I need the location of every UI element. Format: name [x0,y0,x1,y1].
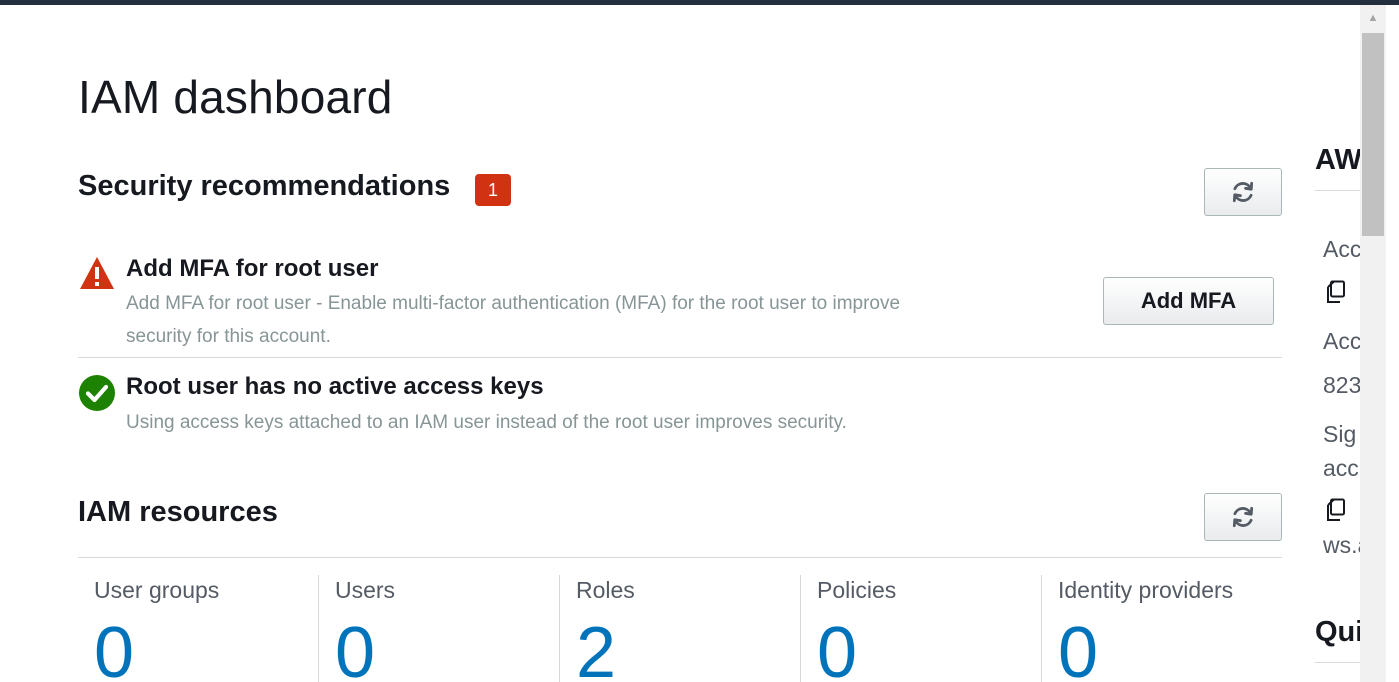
divider [78,557,1282,558]
resource-label: Policies [817,577,897,603]
iam-resources-title: IAM resources [78,496,278,528]
copy-icon[interactable] [1323,279,1349,305]
divider [1315,662,1360,663]
refresh-recommendations-button[interactable] [1204,168,1282,216]
warning-icon [80,257,114,289]
resource-label: User groups [94,577,220,603]
signin-url-label: acc [1323,455,1359,481]
resource-label: Users [335,577,396,603]
resource-policies[interactable]: Policies 0 [801,575,1041,682]
quick-links-title: Qui [1315,616,1360,648]
refresh-icon [1232,506,1254,528]
signin-url[interactable]: ws.a [1323,532,1360,559]
check-circle-icon [79,375,115,411]
resource-identity-providers[interactable]: Identity providers 0 [1042,575,1282,682]
security-recommendations-title: Security recommendations [78,170,451,202]
recommendation-description: Add MFA for root user - Enable multi-fac… [126,287,966,353]
resource-count-link[interactable]: 2 [576,613,616,682]
resource-roles[interactable]: Roles 2 [560,575,800,682]
resource-label: Identity providers [1058,577,1234,603]
account-alias-label: Acc [1323,328,1360,354]
refresh-resources-button[interactable] [1204,493,1282,541]
resource-users[interactable]: Users 0 [319,575,559,682]
recommendation-description-line: Add MFA for root user - Enable multi-fac… [126,293,901,314]
divider [1315,190,1360,191]
scroll-thumb[interactable] [1362,33,1384,236]
resource-label: Roles [576,577,635,603]
recommendation-title: Root user has no active access keys [126,373,544,400]
signin-url-label: Sig [1323,421,1357,447]
scroll-up-arrow-icon[interactable]: ▲ [1360,5,1386,31]
add-mfa-button[interactable]: Add MFA [1103,277,1274,325]
divider [78,357,1282,358]
resource-count-link[interactable]: 0 [94,613,134,682]
recommendations-count-badge: 1 [475,174,511,206]
top-nav-bar [0,0,1399,5]
recommendation-description-line: security for this account. [126,326,331,347]
recommendation-title: Add MFA for root user [126,255,379,282]
account-id-label: Acc [1323,236,1360,262]
resource-count-link[interactable]: 0 [335,613,375,682]
recommendation-description: Using access keys attached to an IAM use… [126,412,847,433]
refresh-icon [1232,181,1254,203]
vertical-scrollbar[interactable]: ▲ [1360,5,1386,682]
account-sidebar: AW Acc Acc 823 Sig acc ws.a Qui [1300,0,1360,682]
resource-count-link[interactable]: 0 [817,613,857,682]
resource-user-groups[interactable]: User groups 0 [78,575,318,682]
resource-count-link[interactable]: 0 [1058,613,1098,682]
copy-icon[interactable] [1323,497,1349,523]
page-title: IAM dashboard [78,71,393,123]
account-number: 823 [1323,372,1360,398]
account-panel-title: AW [1315,144,1360,176]
